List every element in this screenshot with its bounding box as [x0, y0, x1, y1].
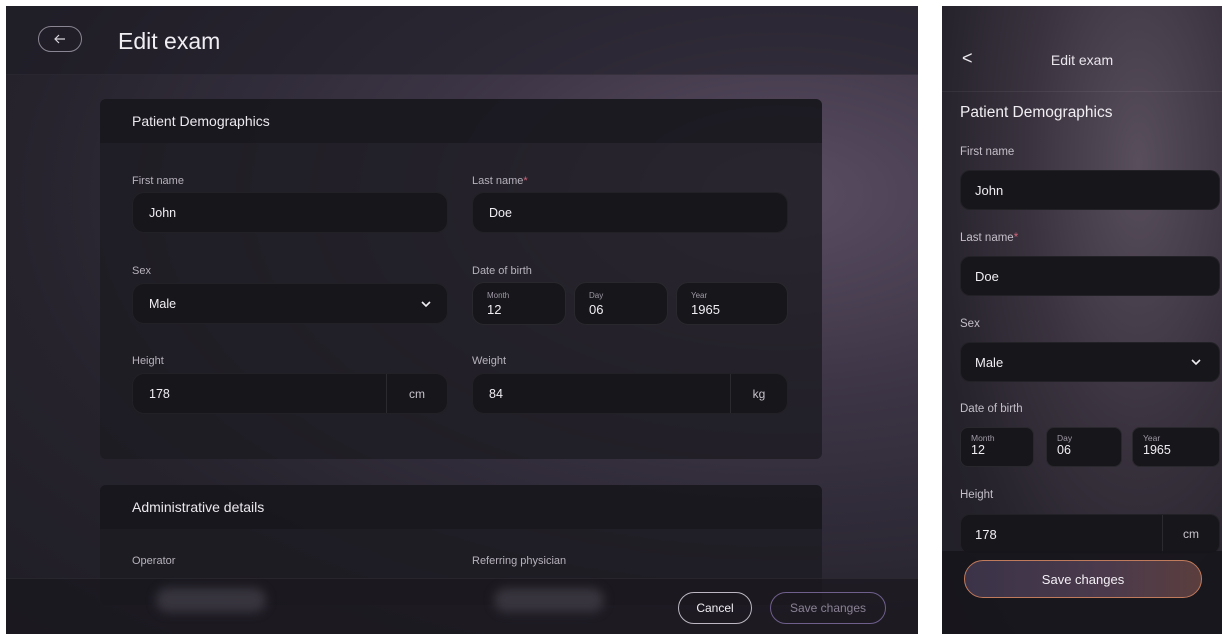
height-value: 178 — [975, 526, 997, 542]
dob-year-field[interactable]: Year 1965 — [676, 282, 788, 325]
save-changes-button[interactable]: Save changes — [770, 592, 886, 624]
chevron-down-icon — [1191, 359, 1201, 366]
year-value: 1965 — [1143, 443, 1171, 457]
weight-unit: kg — [730, 374, 787, 413]
back-button[interactable] — [38, 26, 82, 52]
year-value: 1965 — [691, 302, 720, 317]
year-caption: Year — [1143, 433, 1161, 443]
arrow-left-icon — [54, 34, 65, 44]
day-caption: Day — [1057, 433, 1073, 443]
month-caption: Month — [971, 433, 995, 443]
required-marker: * — [1013, 232, 1019, 244]
year-caption: Year — [691, 291, 708, 300]
desktop-view: Edit exam Patient Demographics First nam… — [6, 6, 918, 634]
sex-value: Male — [975, 354, 1004, 370]
height-unit: cm — [386, 374, 447, 413]
sex-select[interactable]: Male — [960, 342, 1220, 382]
last-name-label: Last name* — [960, 232, 1019, 244]
last-name-label: Last name* — [472, 175, 528, 187]
weight-value: 84 — [489, 386, 503, 401]
sex-label: Sex — [132, 265, 151, 277]
blurred-physician-field — [494, 588, 604, 612]
last-name-input[interactable]: Doe — [472, 192, 788, 233]
blurred-operator-field — [156, 588, 266, 612]
sex-select[interactable]: Male — [132, 283, 448, 324]
weight-input[interactable]: 84 kg — [472, 373, 788, 414]
height-label: Height — [132, 355, 164, 367]
first-name-input[interactable]: John — [960, 170, 1220, 210]
dob-day-field[interactable]: Day 06 — [574, 282, 668, 325]
sex-value: Male — [149, 296, 177, 311]
header-divider — [942, 91, 1222, 92]
height-value: 178 — [149, 386, 170, 401]
sex-label: Sex — [960, 318, 980, 330]
day-value: 06 — [1057, 443, 1071, 457]
section-title: Patient Demographics — [100, 99, 822, 143]
dob-day-field[interactable]: Day 06 — [1046, 427, 1122, 467]
month-value: 12 — [971, 443, 985, 457]
page-title: Edit exam — [1050, 52, 1114, 68]
last-name-input[interactable]: Doe — [960, 256, 1220, 296]
first-name-label: First name — [960, 146, 1015, 158]
first-name-input[interactable]: John — [132, 192, 448, 233]
patient-demographics-card: Patient Demographics First name John Las… — [100, 99, 822, 459]
date-of-birth-label: Date of birth — [960, 403, 1023, 415]
save-changes-button[interactable]: Save changes — [964, 560, 1202, 598]
month-value: 12 — [487, 302, 502, 317]
day-caption: Day — [589, 291, 604, 300]
operator-label: Operator — [132, 555, 176, 567]
dob-month-field[interactable]: Month 12 — [960, 427, 1034, 467]
height-input[interactable]: 178 cm — [132, 373, 448, 414]
referring-physician-label: Referring physician — [472, 555, 567, 567]
section-title: Patient Demographics — [960, 104, 1113, 121]
height-unit: cm — [1162, 515, 1219, 553]
chevron-down-icon — [421, 301, 431, 308]
weight-label: Weight — [472, 355, 507, 367]
first-name-label: First name — [132, 175, 184, 187]
page-title: Edit exam — [118, 28, 221, 54]
dob-year-field[interactable]: Year 1965 — [1132, 427, 1220, 467]
day-value: 06 — [589, 302, 604, 317]
dob-month-field[interactable]: Month 12 — [472, 282, 566, 325]
height-label: Height — [960, 489, 994, 501]
date-of-birth-label: Date of birth — [472, 265, 532, 277]
cancel-button[interactable]: Cancel — [678, 592, 752, 624]
mobile-view: < Edit exam Patient Demographics First n… — [942, 6, 1222, 634]
height-input[interactable]: 178 cm — [960, 514, 1220, 554]
section-title: Administrative details — [100, 485, 822, 529]
required-marker: * — [523, 175, 528, 187]
month-caption: Month — [487, 291, 510, 300]
